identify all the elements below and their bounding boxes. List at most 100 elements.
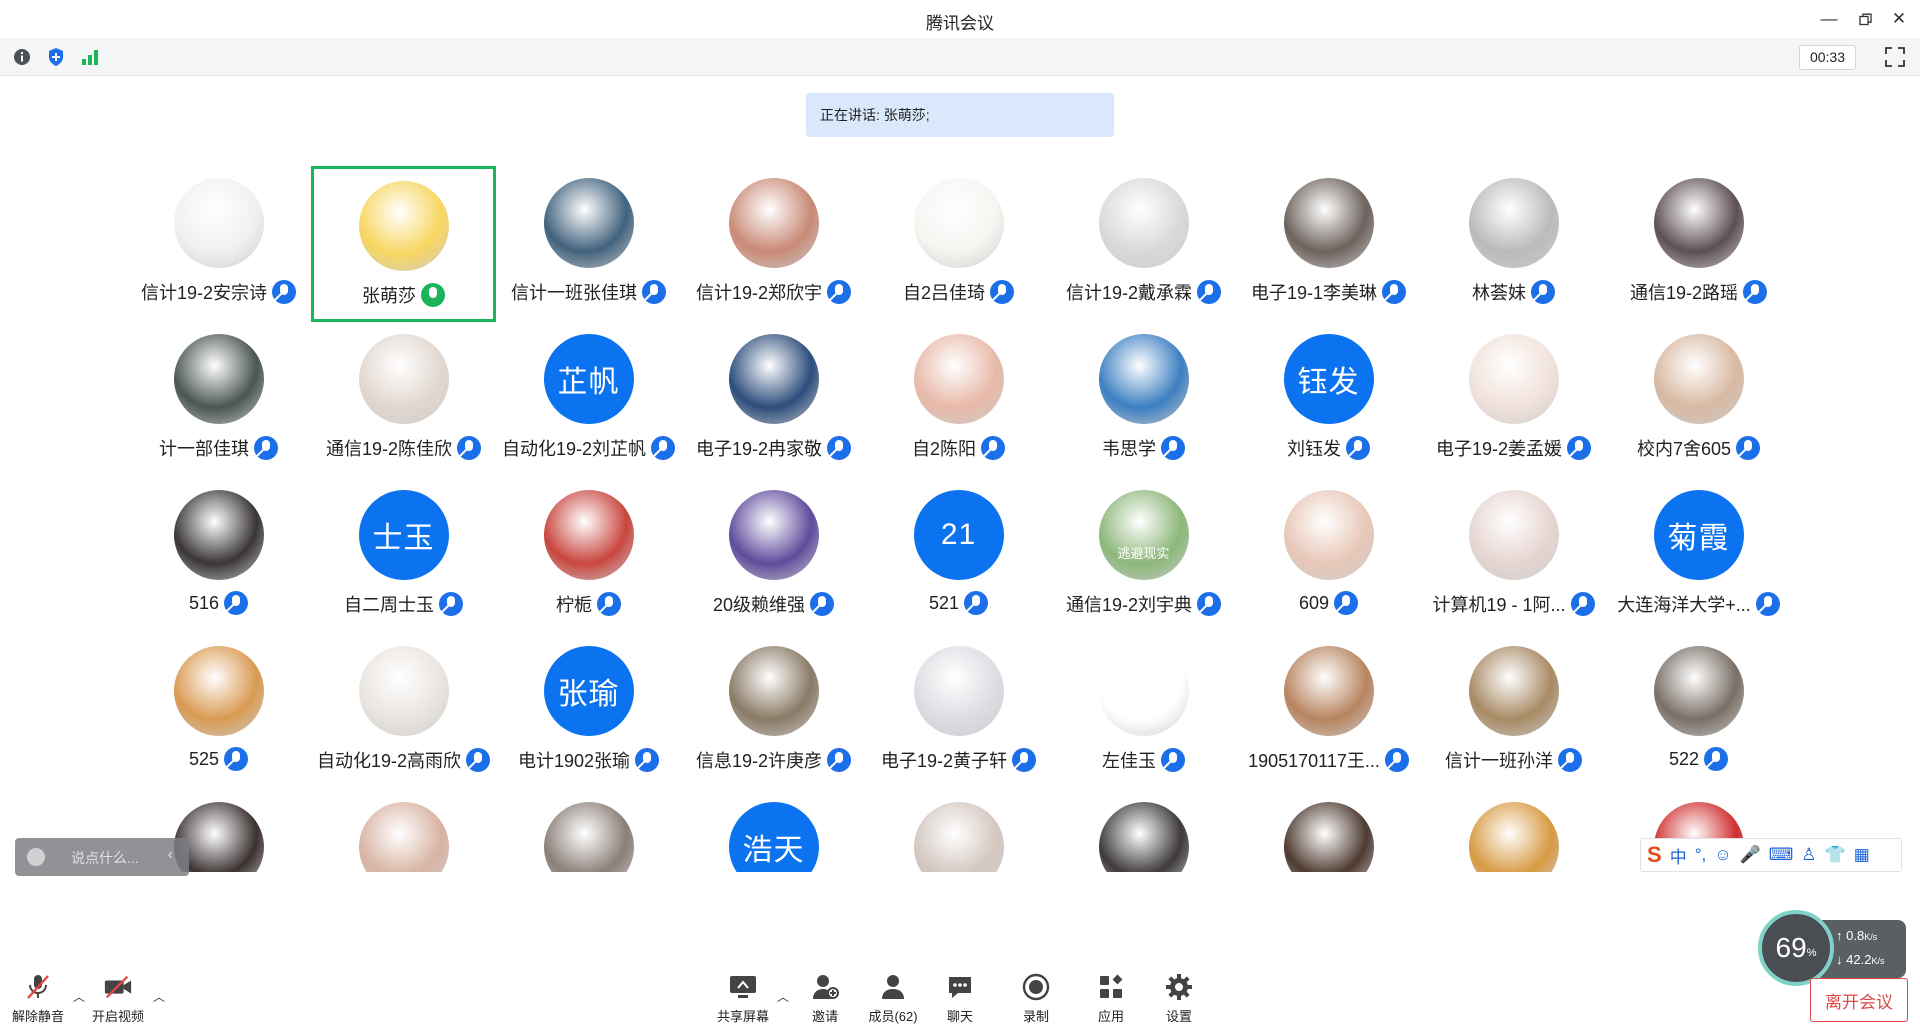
participant-tile[interactable]: 韦思学 bbox=[1051, 322, 1236, 478]
participant-tile[interactable] bbox=[1051, 790, 1236, 872]
participant-tile[interactable]: 525 bbox=[126, 634, 311, 790]
participant-tile[interactable]: 信计一班张佳琪 bbox=[496, 166, 681, 322]
participant-tile[interactable]: 逃避现实 通信19-2刘宇典 bbox=[1051, 478, 1236, 634]
participant-tile[interactable]: 1905170117王... bbox=[1236, 634, 1421, 790]
participant-tile[interactable]: 21 521 bbox=[866, 478, 1051, 634]
restore-button[interactable] bbox=[1848, 6, 1882, 32]
participant-tile[interactable]: 自2吕佳琦 bbox=[866, 166, 1051, 322]
participant-name-line: 521 bbox=[866, 591, 1051, 615]
participant-tile[interactable] bbox=[866, 790, 1051, 872]
start-video-button[interactable]: 开启视频 bbox=[86, 972, 150, 1028]
participant-tile[interactable]: 林荟妹 bbox=[1421, 166, 1606, 322]
ime-mode-toggle[interactable]: 中 bbox=[1670, 843, 1687, 868]
keyboard-icon[interactable]: ⌨ bbox=[1769, 845, 1794, 865]
record-button[interactable]: 录制 bbox=[1004, 972, 1068, 1028]
avatar bbox=[913, 646, 1004, 736]
participant-name: 计算机19 - 1阿... bbox=[1432, 595, 1566, 615]
participant-name-line: 左佳玉 bbox=[1051, 747, 1236, 773]
participant-tile[interactable]: 电子19-2姜孟媛 bbox=[1421, 322, 1606, 478]
participant-tile[interactable]: 20级赖维强 bbox=[681, 478, 866, 634]
apps-button[interactable]: 应用 bbox=[1079, 972, 1143, 1028]
ime-toolbar[interactable]: S 中 °, ☺ 🎤 ⌨ ♙ 👕 ▦ bbox=[1640, 838, 1902, 872]
invite-button[interactable]: 邀请 bbox=[793, 972, 857, 1028]
share-screen-button[interactable]: 共享屏幕 bbox=[711, 972, 775, 1028]
participant-tile[interactable]: 522 bbox=[1606, 634, 1786, 790]
skin-shirt-icon[interactable]: 👕 bbox=[1825, 845, 1846, 865]
voice-input-icon[interactable]: 🎤 bbox=[1740, 845, 1761, 865]
info-icon[interactable] bbox=[12, 47, 32, 67]
members-button[interactable]: 成员(62) bbox=[861, 972, 925, 1028]
participant-tile[interactable]: 信计19-2郑欣宇 bbox=[681, 166, 866, 322]
participant-tile[interactable] bbox=[311, 790, 496, 872]
participant-tile[interactable]: 士玉 自二周士玉 bbox=[311, 478, 496, 634]
mic-muted-icon bbox=[1558, 748, 1582, 772]
participant-tile[interactable]: 芷帆 自动化19-2刘芷帆 bbox=[496, 322, 681, 478]
avatar bbox=[1468, 334, 1559, 424]
emoji-icon[interactable] bbox=[27, 848, 45, 866]
participant-tile[interactable]: 计算机19 - 1阿... bbox=[1421, 478, 1606, 634]
mic-muted-icon bbox=[254, 436, 278, 460]
avatar bbox=[358, 646, 449, 736]
participant-tile[interactable] bbox=[496, 790, 681, 872]
audio-options-chevron-icon[interactable]: ︿ bbox=[73, 988, 85, 1004]
participant-tile[interactable]: 钰发 刘钰发 bbox=[1236, 322, 1421, 478]
participant-tile[interactable]: 计一部佳琪 bbox=[126, 322, 311, 478]
participant-tile[interactable]: 信息19-2许庚彦 bbox=[681, 634, 866, 790]
close-button[interactable]: ✕ bbox=[1882, 6, 1916, 32]
window-title: 腾讯会议 bbox=[926, 14, 994, 33]
participant-tile[interactable]: 张萌莎 bbox=[311, 166, 496, 322]
participant-tile[interactable]: 自2陈阳 bbox=[866, 322, 1051, 478]
collapse-chevron-icon[interactable]: ‹ bbox=[168, 846, 173, 864]
avatar bbox=[1653, 178, 1744, 268]
participant-tile[interactable]: 电子19-2黄子轩 bbox=[866, 634, 1051, 790]
participant-tile[interactable]: 516 bbox=[126, 478, 311, 634]
participant-tile[interactable]: 菊霞 大连海洋大学+... bbox=[1606, 478, 1786, 634]
share-options-chevron-icon[interactable]: ︿ bbox=[777, 988, 789, 1004]
punctuation-icon[interactable]: °, bbox=[1695, 845, 1707, 865]
participant-tile[interactable] bbox=[1236, 790, 1421, 872]
mic-muted-icon bbox=[827, 748, 852, 772]
participant-tile[interactable]: 609 bbox=[1236, 478, 1421, 634]
participant-name: 柠栀 bbox=[556, 595, 592, 615]
avatar bbox=[728, 490, 819, 580]
network-monitor-widget[interactable]: ↑ 0.8K/s ↓ 42.2K/s 69% bbox=[1758, 902, 1908, 986]
avatar bbox=[1098, 802, 1189, 872]
participant-name-line: 计一部佳琪 bbox=[126, 435, 311, 461]
security-shield-icon[interactable] bbox=[46, 47, 66, 67]
participant-tile[interactable]: 信计19-2安宗诗 bbox=[126, 166, 311, 322]
minimize-button[interactable]: — bbox=[1812, 6, 1846, 32]
fullscreen-icon[interactable] bbox=[1884, 46, 1906, 68]
user-icon[interactable]: ♙ bbox=[1801, 845, 1816, 865]
unmute-button[interactable]: 解除静音 bbox=[6, 972, 70, 1028]
mic-muted-icon bbox=[466, 748, 491, 772]
participant-tile[interactable]: 左佳玉 bbox=[1051, 634, 1236, 790]
toolbox-grid-icon[interactable]: ▦ bbox=[1854, 845, 1870, 865]
participant-tile[interactable]: 浩天 bbox=[681, 790, 866, 872]
chat-button[interactable]: 聊天 bbox=[928, 972, 992, 1028]
leave-meeting-button[interactable]: 离开会议 bbox=[1810, 978, 1908, 1022]
signal-strength-icon[interactable] bbox=[80, 47, 100, 67]
participant-tile[interactable]: 信计19-2戴承霖 bbox=[1051, 166, 1236, 322]
participant-tile[interactable]: 电子19-1李美琳 bbox=[1236, 166, 1421, 322]
avatar bbox=[913, 334, 1004, 424]
participant-tile[interactable]: 电子19-2冉家敬 bbox=[681, 322, 866, 478]
video-options-chevron-icon[interactable]: ︿ bbox=[153, 988, 165, 1004]
chat-quick-input[interactable]: 说点什么... ‹ bbox=[15, 838, 189, 876]
emoji-face-icon[interactable]: ☺ bbox=[1714, 845, 1731, 865]
invite-label: 邀请 bbox=[811, 1009, 838, 1024]
participant-tile[interactable]: 张瑜 电计1902张瑜 bbox=[496, 634, 681, 790]
avatar bbox=[1283, 802, 1374, 872]
participant-name-line: 通信19-2刘宇典 bbox=[1051, 591, 1236, 617]
upload-speed: ↑ 0.8K/s bbox=[1836, 928, 1878, 943]
participant-tile[interactable]: 通信19-2陈佳欣 bbox=[311, 322, 496, 478]
participant-tile[interactable]: 校内7舍605 bbox=[1606, 322, 1786, 478]
participant-tile[interactable] bbox=[1421, 790, 1606, 872]
participant-tile[interactable]: 自动化19-2高雨欣 bbox=[311, 634, 496, 790]
participant-tile[interactable]: 柠栀 bbox=[496, 478, 681, 634]
participant-name: 韦思学 bbox=[1102, 439, 1156, 459]
participant-name: 信计一班张佳琪 bbox=[511, 283, 637, 303]
participant-tile[interactable]: 通信19-2路瑶 bbox=[1606, 166, 1786, 322]
participant-tile[interactable]: 信计一班孙洋 bbox=[1421, 634, 1606, 790]
settings-button[interactable]: 设置 bbox=[1147, 972, 1211, 1028]
apps-label: 应用 bbox=[1097, 1009, 1124, 1024]
